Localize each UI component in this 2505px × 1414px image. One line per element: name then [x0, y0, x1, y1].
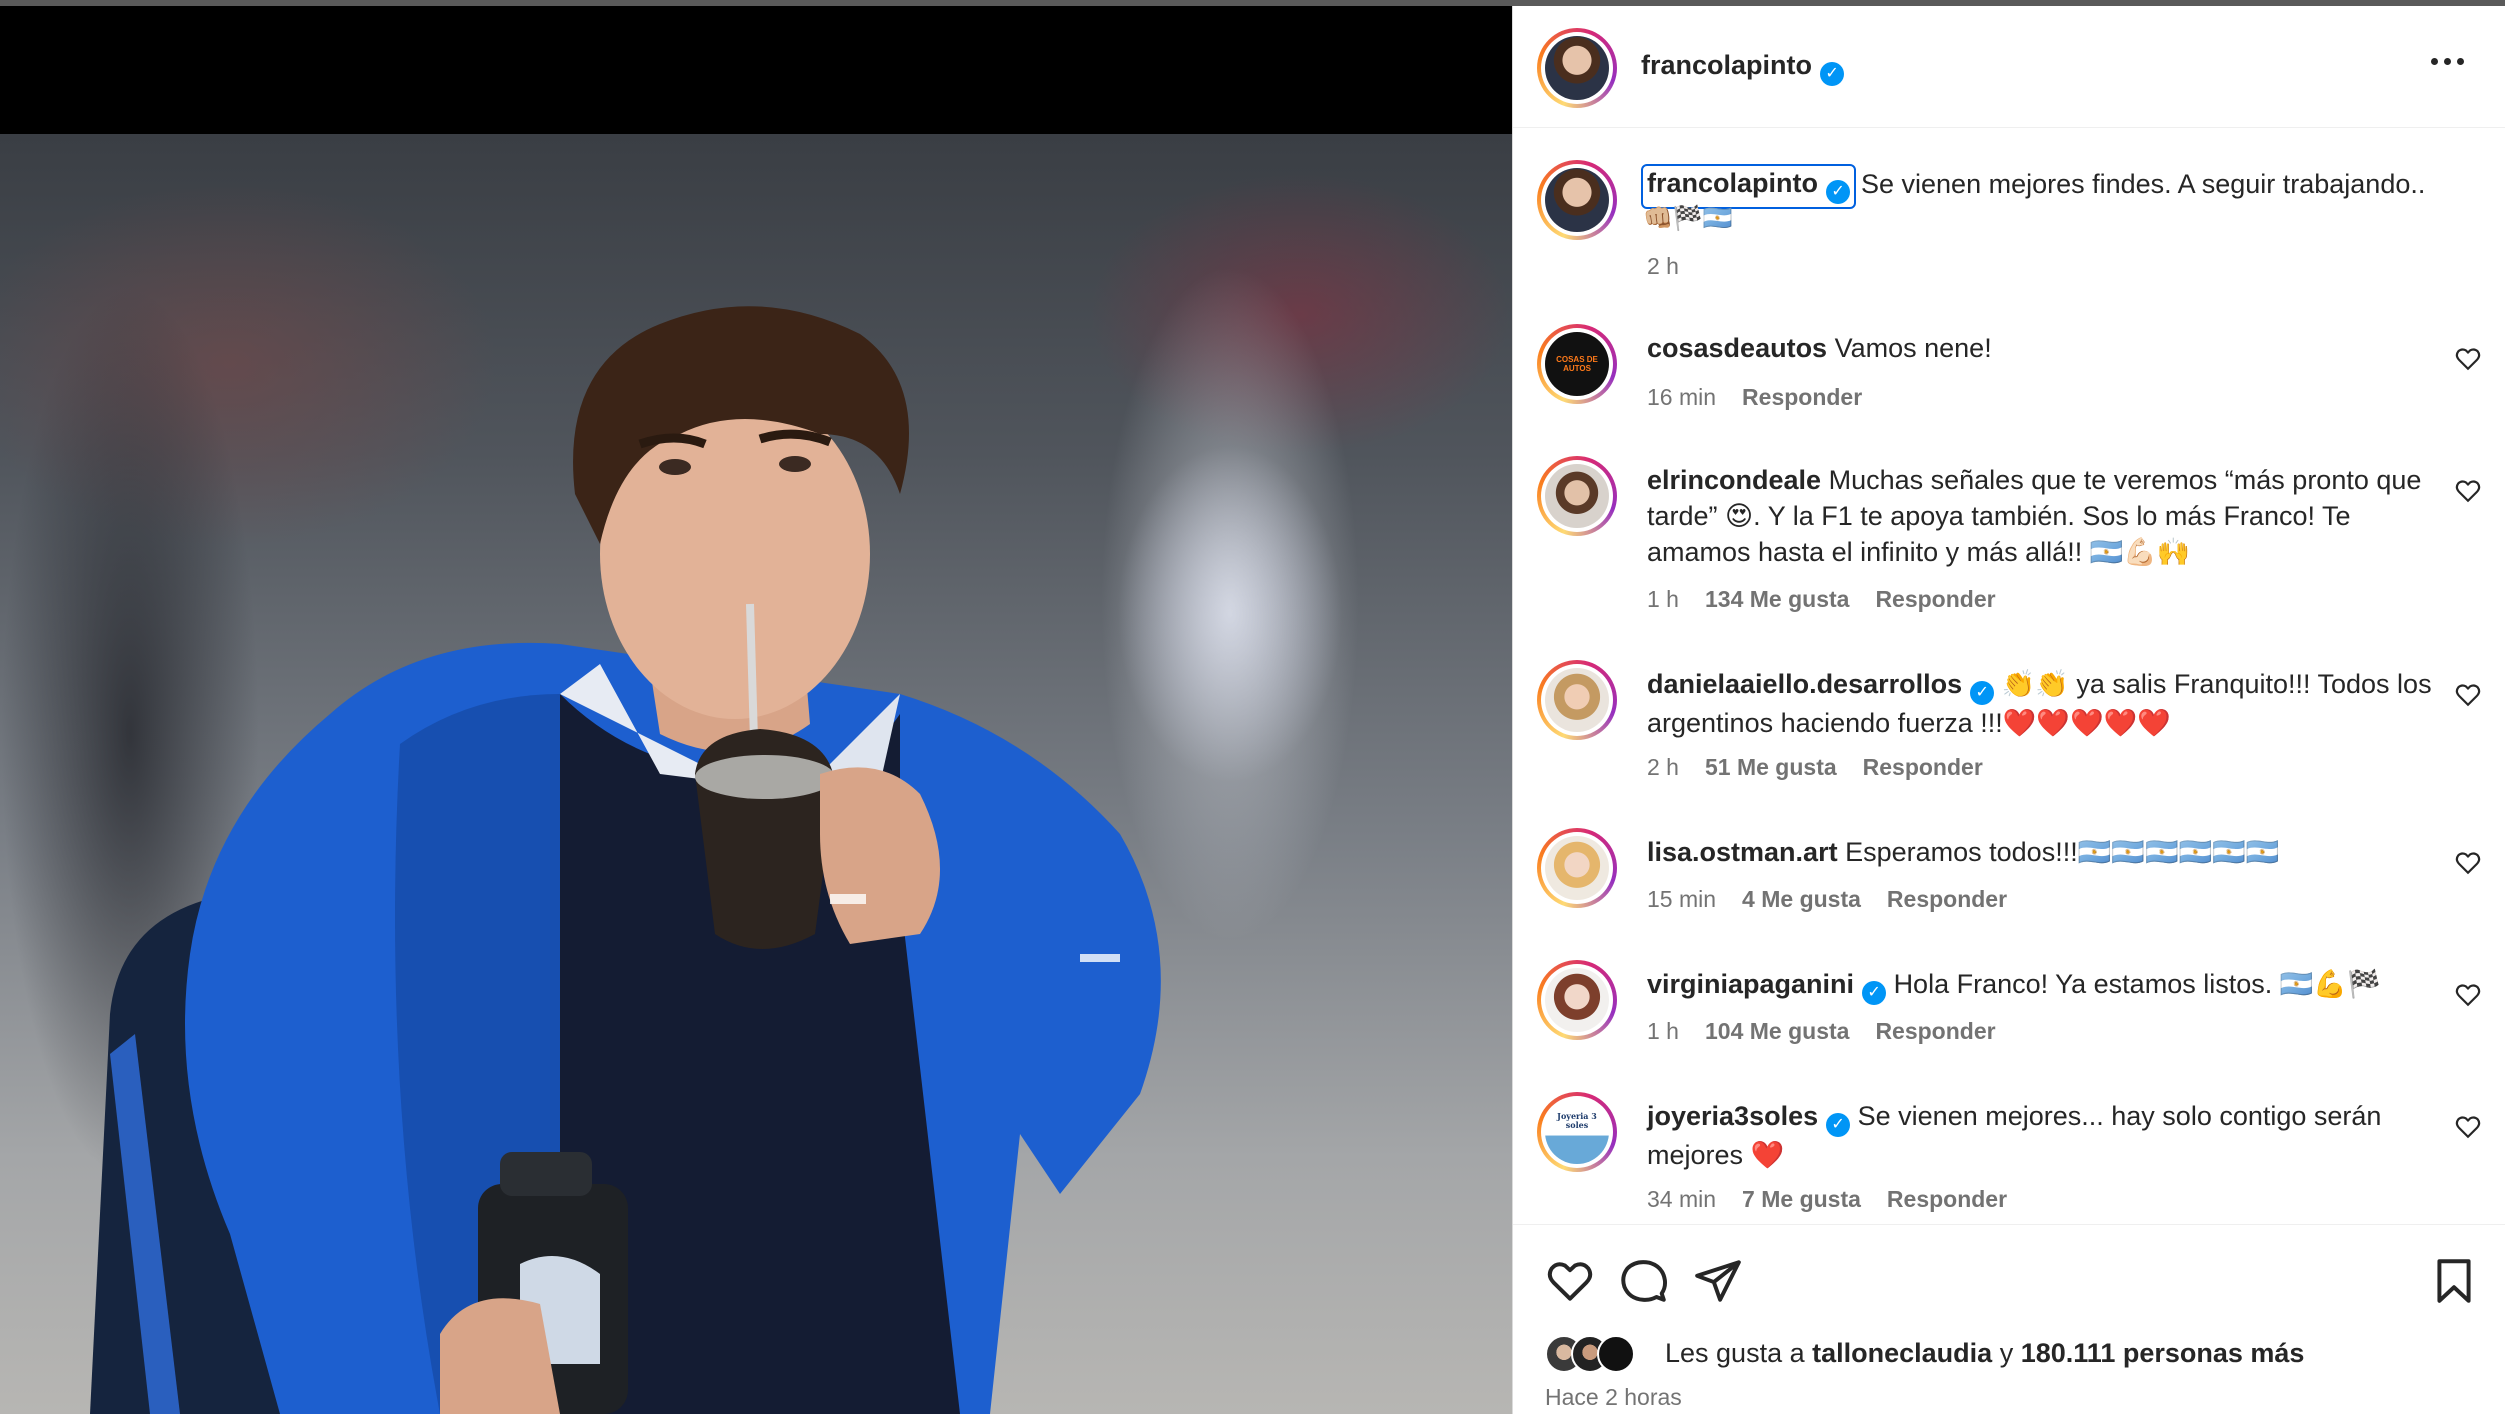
comment-body: cosasdeautos Vamos nene! — [1647, 330, 2437, 366]
verified-badge-icon: ✓ — [1862, 981, 1887, 1005]
comment-body: lisa.ostman.art Esperamos todos!!!🇦🇷🇦🇷🇦🇷… — [1647, 834, 2437, 870]
reply-button[interactable]: Responder — [1875, 586, 1995, 612]
heart-icon[interactable] — [1545, 1256, 1595, 1306]
bookmark-icon[interactable] — [2429, 1256, 2479, 1306]
comment-username[interactable]: danielaaiello.desarrollos — [1647, 669, 1962, 699]
caption-username-link[interactable]: francolapinto ✓ — [1641, 164, 1857, 209]
comment-time[interactable]: 34 min — [1647, 1186, 1716, 1212]
photo-subject-illustration — [90, 306, 1161, 1414]
comment-username[interactable]: joyeria3soles — [1647, 1101, 1818, 1131]
caption-avatar[interactable] — [1537, 160, 1617, 240]
liker-avatar[interactable] — [1597, 1335, 1635, 1373]
reply-button[interactable]: Responder — [1863, 754, 1983, 780]
divider — [1513, 1224, 2505, 1225]
comment-meta: 2 h 51 Me gusta Responder — [1647, 754, 2009, 781]
likes-count-link[interactable]: 180.111 personas más — [2021, 1338, 2305, 1368]
comment-username[interactable]: elrincondeale — [1647, 465, 1821, 495]
comment-likes[interactable]: 51 Me gusta — [1705, 754, 1837, 780]
comment-body: joyeria3soles ✓ Se vienen mejores... hay … — [1647, 1098, 2437, 1173]
post-media-panel — [0, 6, 1512, 1414]
comment-username[interactable]: lisa.ostman.art — [1647, 837, 1838, 867]
comment-avatar[interactable]: Joyeria 3 soles — [1537, 1092, 1617, 1172]
comment-likes[interactable]: 7 Me gusta — [1742, 1186, 1861, 1212]
comment-like-heart-icon[interactable] — [2455, 982, 2481, 1008]
verified-badge-icon: ✓ — [1970, 681, 1995, 705]
post-timestamp[interactable]: Hace 2 horas — [1545, 1384, 1682, 1411]
post-header: francolapinto ✓ — [1513, 6, 2505, 128]
comment-username[interactable]: cosasdeautos — [1647, 333, 1827, 363]
caption-time[interactable]: 2 h — [1647, 253, 1679, 280]
comment-like-heart-icon[interactable] — [2455, 478, 2481, 504]
comment-avatar[interactable] — [1537, 660, 1617, 740]
comment-meta: 1 h 134 Me gusta Responder — [1647, 586, 2022, 613]
reply-button[interactable]: Responder — [1875, 1018, 1995, 1044]
comment-avatar[interactable] — [1537, 456, 1617, 536]
caption-emoji: 👊🏼🏁🇦🇷 — [1643, 205, 1733, 232]
verified-badge-icon: ✓ — [1826, 180, 1851, 204]
comment-likes[interactable]: 104 Me gusta — [1705, 1018, 1849, 1044]
send-icon[interactable] — [1693, 1256, 1743, 1306]
liker-username[interactable]: talloneclaudia — [1812, 1338, 1992, 1368]
reply-button[interactable]: Responder — [1887, 1186, 2007, 1212]
comment-like-heart-icon[interactable] — [2455, 682, 2481, 708]
post-photo[interactable] — [0, 134, 1512, 1414]
comment-text: Vamos nene! — [1834, 333, 1992, 363]
verified-badge-icon: ✓ — [1820, 62, 1845, 86]
comment-avatar[interactable] — [1537, 828, 1617, 908]
comment-meta: 15 min 4 Me gusta Responder — [1647, 886, 2033, 913]
author-username[interactable]: francolapinto ✓ — [1641, 50, 1845, 86]
comment-meta: 34 min 7 Me gusta Responder — [1647, 1186, 2033, 1213]
author-avatar[interactable] — [1537, 28, 1617, 108]
likes-prefix: Les gusta a — [1665, 1338, 1805, 1368]
comment-like-heart-icon[interactable] — [2455, 346, 2481, 372]
reply-button[interactable]: Responder — [1887, 886, 2007, 912]
comment-time[interactable]: 16 min — [1647, 384, 1716, 410]
likes-text: Les gusta a talloneclaudia y 180.111 per… — [1665, 1338, 2304, 1369]
comment-text: Hola Franco! Ya estamos listos. 🇦🇷💪🏁 — [1893, 969, 2381, 999]
comment-time[interactable]: 1 h — [1647, 1018, 1679, 1044]
comment-time[interactable]: 15 min — [1647, 886, 1716, 912]
avatar-logo-text: Joyeria 3 soles — [1557, 1111, 1597, 1130]
comment-avatar[interactable]: COSAS DE AUTOS — [1537, 324, 1617, 404]
verified-badge-icon: ✓ — [1826, 1113, 1851, 1137]
caption-text: Se vienen mejores findes. A seguir traba… — [1861, 169, 2426, 199]
avatar-logo-text: COSAS DE AUTOS — [1556, 355, 1598, 373]
reply-button[interactable]: Responder — [1742, 384, 1862, 410]
comment-body: virginiapaganini ✓ Hola Franco! Ya estamo… — [1647, 966, 2437, 1005]
comment-avatar[interactable] — [1537, 960, 1617, 1040]
post-sidebar: francolapinto ✓ francolapinto ✓ Se vienen … — [1512, 6, 2505, 1414]
comment-body: elrincondeale Muchas señales que te vere… — [1647, 462, 2437, 570]
comment-like-heart-icon[interactable] — [2455, 850, 2481, 876]
comment-icon[interactable] — [1619, 1256, 1669, 1306]
comment-meta: 1 h 104 Me gusta Responder — [1647, 1018, 2022, 1045]
comment-meta: 16 min Responder — [1647, 384, 1888, 411]
comment-body: danielaaiello.desarrollos ✓ 👏👏 ya salis F… — [1647, 666, 2437, 741]
comment-likes[interactable]: 134 Me gusta — [1705, 586, 1849, 612]
comment-like-heart-icon[interactable] — [2455, 1114, 2481, 1140]
comment-username[interactable]: virginiapaganini — [1647, 969, 1854, 999]
likes-connector: y — [1999, 1338, 2014, 1368]
comment-likes[interactable]: 4 Me gusta — [1742, 886, 1861, 912]
comment-time[interactable]: 2 h — [1647, 754, 1679, 780]
comment-time[interactable]: 1 h — [1647, 586, 1679, 612]
more-options-icon[interactable] — [2431, 58, 2471, 68]
comment-text: Esperamos todos!!!🇦🇷🇦🇷🇦🇷🇦🇷🇦🇷🇦🇷 — [1845, 837, 2280, 867]
